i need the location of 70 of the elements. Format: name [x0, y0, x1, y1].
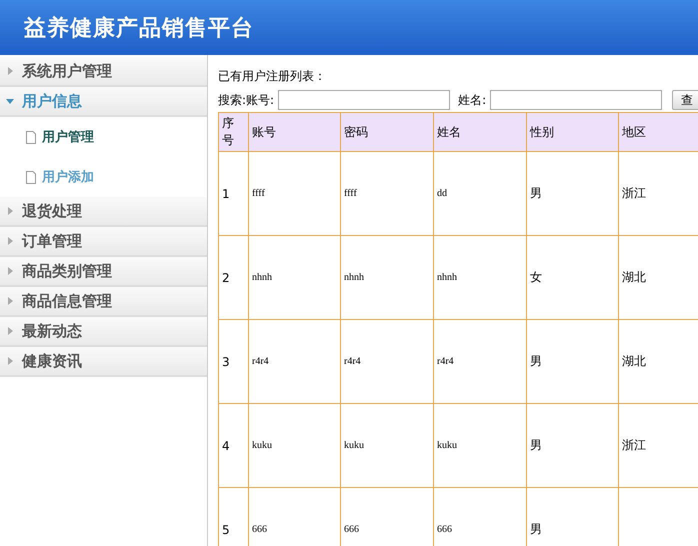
column-header: 姓名 [434, 112, 526, 152]
field-label: 搜索:账号: [218, 92, 274, 108]
table-cell: nhnh [248, 236, 340, 320]
table-cell: 男 [526, 404, 618, 488]
caret-right-icon [6, 327, 14, 335]
table-cell: 湖北 [618, 320, 698, 404]
caret-right-icon [6, 297, 14, 305]
table-cell: 5 [218, 488, 248, 546]
table-cell: 666 [340, 488, 434, 546]
submenu-item[interactable]: 用户管理 [0, 117, 207, 157]
menu-item[interactable]: 商品信息管理 [0, 287, 207, 317]
table-cell: nhnh [340, 236, 434, 320]
table-cell: 男 [526, 152, 618, 236]
menu-item[interactable]: 健康资讯 [0, 347, 207, 377]
submenu-label: 用户管理 [42, 128, 94, 146]
table-cell: 4 [218, 404, 248, 488]
column-header: 性别 [526, 112, 618, 152]
search-field[interactable] [278, 90, 450, 110]
table-cell: 湖北 [618, 236, 698, 320]
table-cell: kuku [434, 404, 526, 488]
caret-down-icon [6, 97, 14, 105]
menu-label: 商品信息管理 [22, 292, 112, 310]
table-cell: r4r4 [248, 320, 340, 404]
search-button[interactable]: 查 [672, 90, 698, 110]
submenu-label: 用户添加 [42, 168, 94, 186]
table-cell: 浙江 [618, 404, 698, 488]
menu-label: 用户信息 [22, 92, 82, 110]
table-cell: nhnh [434, 236, 526, 320]
list-heading: 已有用户注册列表： [218, 68, 327, 84]
caret-right-icon [6, 267, 14, 275]
caret-right-icon [6, 357, 14, 365]
menu-item[interactable]: 商品类别管理 [0, 257, 207, 287]
caret-right-icon [6, 237, 14, 245]
table-cell: kuku [248, 404, 340, 488]
table-cell: 666 [248, 488, 340, 546]
caret-right-icon [6, 207, 14, 215]
table-cell: r4r4 [340, 320, 434, 404]
table-cell: ffff [340, 152, 434, 236]
menu-item[interactable]: 订单管理 [0, 227, 207, 257]
menu-item[interactable]: 退货处理 [0, 197, 207, 227]
table-cell: kuku [340, 404, 434, 488]
menu-label: 系统用户管理 [22, 62, 112, 80]
menu-item[interactable]: 系统用户管理 [0, 57, 207, 87]
menu-label: 退货处理 [22, 202, 82, 220]
column-header: 序号 [218, 112, 248, 152]
document-icon [26, 170, 36, 184]
table-cell: 1 [218, 152, 248, 236]
site-title: 益养健康产品销售平台 [24, 14, 254, 42]
menu-label: 最新动态 [22, 322, 82, 340]
table-cell: 男 [526, 320, 618, 404]
table-cell: ffff [248, 152, 340, 236]
caret-right-icon [6, 67, 14, 75]
table-cell: 3 [218, 320, 248, 404]
column-header: 密码 [340, 112, 434, 152]
table-cell: 女 [526, 236, 618, 320]
column-header: 地区 [618, 112, 698, 152]
menu-label: 商品类别管理 [22, 262, 112, 280]
table-cell: 男 [526, 488, 618, 546]
column-header: 账号 [248, 112, 340, 152]
menu-item[interactable]: 最新动态 [0, 317, 207, 347]
field-label: 姓名: [458, 92, 486, 108]
table-cell: dd [434, 152, 526, 236]
search-field[interactable] [490, 90, 662, 110]
document-icon [26, 130, 36, 144]
table-cell: r4r4 [434, 320, 526, 404]
menu-label: 订单管理 [22, 232, 82, 250]
table-cell: 2 [218, 236, 248, 320]
table-cell: 浙江 [618, 152, 698, 236]
menu-label: 健康资讯 [22, 352, 82, 370]
table-cell: 666 [434, 488, 526, 546]
